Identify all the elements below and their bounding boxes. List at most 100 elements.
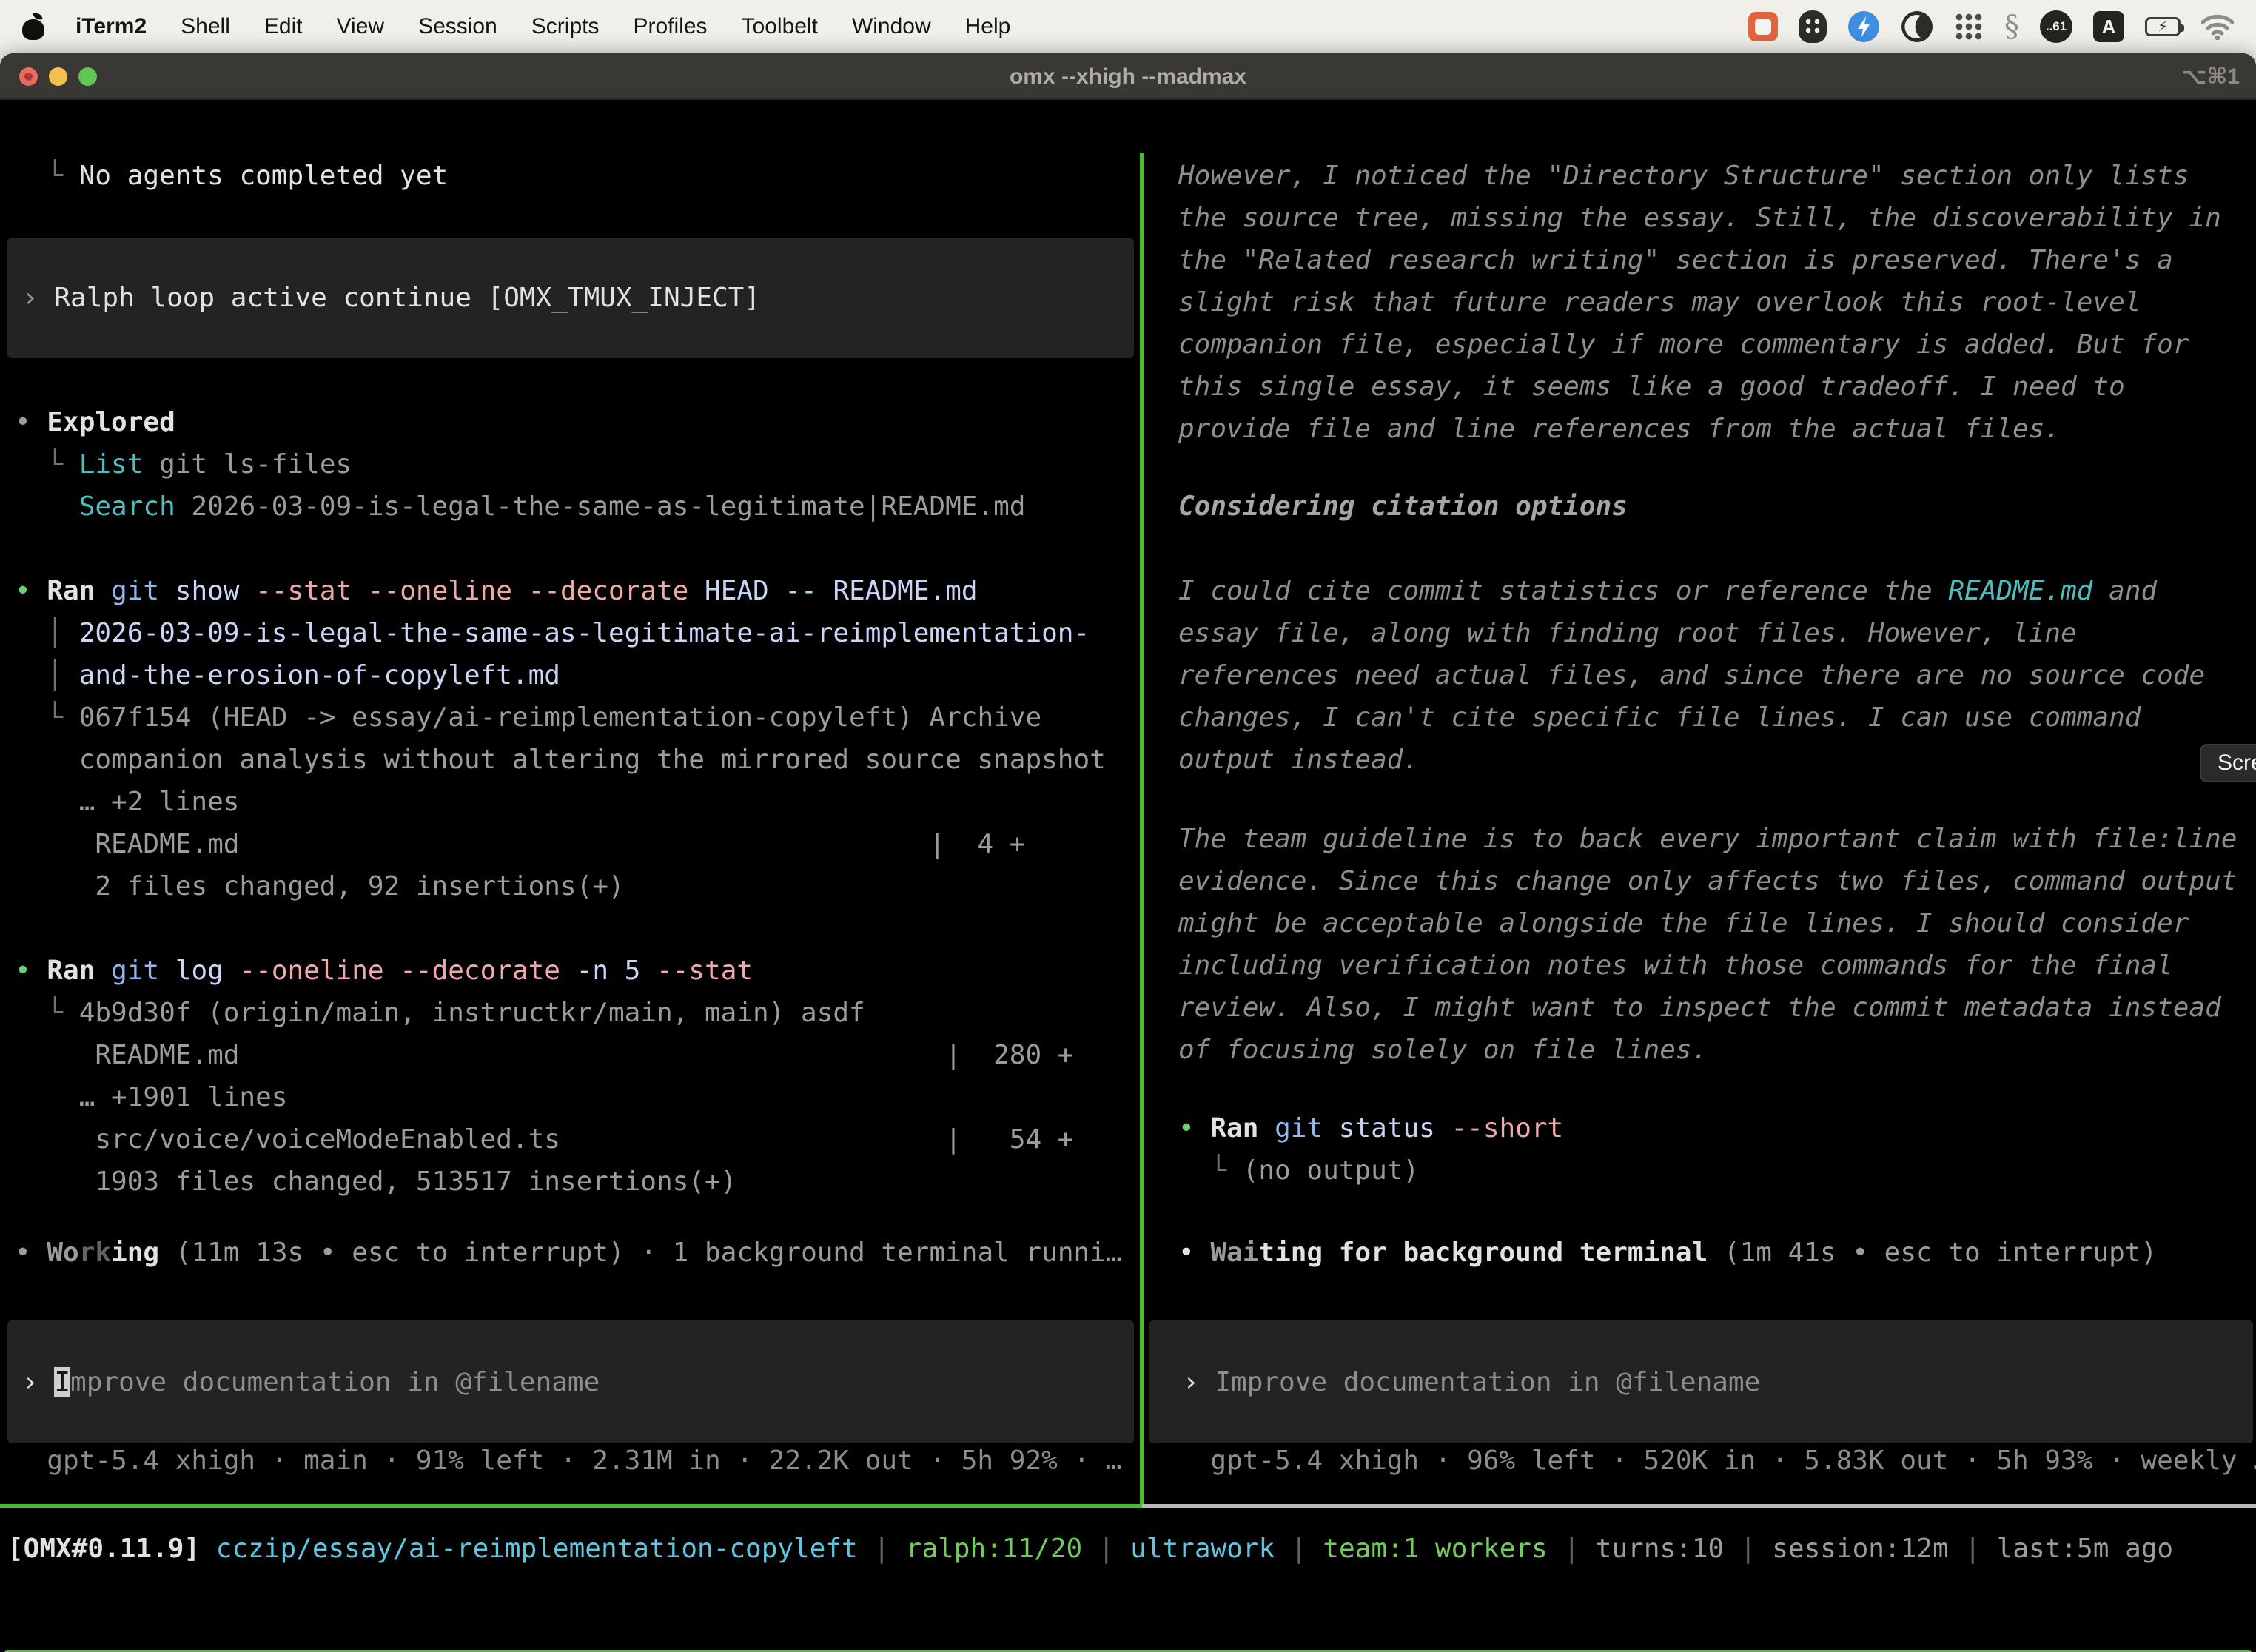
terminal-text-segment: team:1 workers [1323,1534,1547,1564]
messages-app-icon[interactable] [1748,12,1778,41]
terminal-text-segment: output instead. [1178,745,1419,775]
terminal-text-segment: 1903 files changed, 513517 insertions(+) [15,1166,736,1197]
menu-item[interactable]: Session [418,14,497,39]
terminal-text-segment: including verification notes with those … [1178,950,2173,981]
terminal-text-segment: git ls-files [143,449,352,480]
terminal-text-segment [15,491,79,522]
wifi-icon-svg [2201,13,2234,40]
wifi-icon[interactable] [2201,13,2234,40]
zoom-button[interactable] [78,67,97,86]
terminal-line: › Ralph loop active continue [OMX_TMUX_I… [22,277,1134,319]
terminal-line: [OMX#0.11.9] cczip/essay/ai-reimplementa… [7,1528,2256,1570]
terminal-line: • Explored [15,401,1140,443]
terminal-text-segment: 2 files changed, 92 insertions(+) [15,871,625,901]
left-agent-log: • Explored └ List git ls-files Search 20… [0,401,1140,1203]
left-agent-summary: └ No agents completed yet [0,155,1140,197]
terminal-line: companion file, especially if more comme… [1178,323,2256,366]
terminal-text-segment: turns:10 [1596,1534,1724,1564]
moon-app-icon[interactable] [1901,10,1933,43]
battery-charging-icon[interactable]: ⚡ [2145,17,2181,36]
left-terminal-pane[interactable]: └ No agents completed yet › Ralph loop a… [0,153,1140,1504]
menu-item[interactable]: Scripts [531,14,600,39]
right-terminal-pane[interactable]: However, I noticed the "Directory Struct… [1144,153,2256,1504]
hook-icon[interactable]: § [2004,10,2019,44]
terminal-text-segment: I could cite commit statistics or refere… [1178,576,1948,606]
menu-item[interactable]: Shell [181,14,230,39]
terminal-text-segment: 4b9d30f (origin/main, instructkr/main, m… [79,998,865,1028]
terminal-line: this single essay, it seems like a good … [1178,366,2256,408]
terminal-text-segment: cczip/essay/ai-reimplementation-copyleft [216,1534,858,1564]
screen-tooltip-label: Scre [2218,751,2256,776]
window-titlebar[interactable]: omx --xhigh --madmax ⌥⌘1 [0,53,2256,100]
bolt-icon-svg [1847,10,1880,43]
menu-item[interactable]: Window [852,14,931,39]
terminal-line: of focusing solely on file lines. [1178,1029,2256,1071]
terminal-text-segment: Ralph loop active continue [OMX_TMUX_INJ… [54,283,760,313]
terminal-text-segment: I [54,1367,70,1397]
shield-app-icon[interactable] [1799,10,1827,43]
terminal-line: … +1901 lines [15,1076,1140,1118]
terminal-text-segment: the "Related research writing" section i… [1178,245,2173,275]
terminal-line: output instead. [1178,739,2256,781]
menu-item[interactable]: Toolbelt [742,14,818,39]
menu-item[interactable]: Help [965,14,1011,39]
terminal-line: including verification notes with those … [1178,944,2256,987]
terminal-line: companion analysis without altering the … [15,739,1140,781]
terminal-line: └ No agents completed yet [15,155,1140,197]
terminal-text-segment: However, I noticed the "Directory Struct… [1178,161,2189,191]
terminal-line: └ (no output) [1178,1149,2256,1192]
keyboard-layout-icon[interactable]: A [2093,11,2124,42]
screen: iTerm2 Shell Edit View Session Scripts Profile… [0,0,2256,1652]
terminal-text-segment: -n 5 [577,956,657,986]
terminal-text-segment: | [1724,1534,1772,1564]
right-reasoning-para-1: However, I noticed the "Directory Struct… [1144,155,2256,450]
right-prompt-input[interactable]: › Improve documentation in @filename [1149,1320,2253,1443]
terminal-text-segment: Explored [47,407,175,437]
terminal-text-segment: | [1548,1534,1596,1564]
terminal-text-segment: references need actual files, and since … [1178,660,2205,691]
minimize-button[interactable] [49,67,67,86]
terminal-text-segment: changes, I can't cite specific file line… [1178,702,2141,733]
terminal-line: I could cite commit statistics or refere… [1178,570,2256,612]
terminal-text-segment: this single essay, it seems like a good … [1178,372,2125,402]
terminal-text-segment: • [15,407,47,437]
terminal-line: › Improve documentation in @filename [1183,1361,2253,1403]
terminal-line: gpt-5.4 xhigh · 96% left · 520K in · 5.8… [1178,1440,2256,1482]
terminal-text-segment: No agents completed yet [79,161,449,191]
omx-statusline: [OMX#0.11.9] cczip/essay/ai-reimplementa… [0,1528,2256,1570]
terminal-text-segment: git [111,576,175,606]
terminal-text-segment: gpt-5.4 xhigh · main · 91% left · 2.31M … [15,1446,1122,1476]
battery-percent-widget-icon[interactable]: ..61 [2040,10,2072,43]
menu-item[interactable]: iTerm2 [75,14,147,39]
apple-menu-icon[interactable] [22,13,44,41]
terminal-text-segment: • [15,576,47,606]
terminal-text-segment: and-the-erosion-of-copyleft.md [79,660,560,691]
terminal-line: 1903 files changed, 513517 insertions(+) [15,1161,1140,1203]
terminal-text-segment: (no output) [1243,1155,1419,1186]
menu-item[interactable]: View [337,14,384,39]
dots-grid-icon[interactable] [1954,12,1984,41]
terminal-text-segment: companion analysis without altering the … [15,745,1106,775]
terminal-text-segment: │ [15,618,79,648]
terminal-line: references need actual files, and since … [1178,654,2256,696]
terminal-text-segment: gpt-5.4 xhigh · 96% left · 520K in · 5.8… [1178,1446,2256,1476]
bolt-app-icon[interactable] [1847,10,1880,43]
terminal-text-segment: … +1901 lines [15,1082,287,1112]
terminal-line: │ and-the-erosion-of-copyleft.md [15,654,1140,696]
menu-item[interactable]: Profiles [633,14,707,39]
terminal-text-segment: Search [79,491,175,522]
terminal-line: evidence. Since this change only affects… [1178,860,2256,902]
terminal-line: • Ran git log --oneline --decorate -n 5 … [15,950,1140,992]
menu-item[interactable]: Edit [264,14,303,39]
terminal-text-segment: session:12m [1772,1534,1948,1564]
terminal-text-segment: -- [785,576,833,606]
menubar-status-icons: § ..61 A ⚡ [1748,10,2234,44]
terminal-text-segment: log [175,956,240,986]
left-prompt-input[interactable]: › Improve documentation in @filename [7,1320,1134,1443]
terminal-text-segment [1258,1113,1275,1144]
menu-items: iTerm2 Shell Edit View Session Scripts Profile… [75,14,1010,39]
close-button[interactable] [19,67,38,86]
terminal-text-segment: └ [1178,1155,1243,1186]
terminal-line: essay file, along with finding root file… [1178,612,2256,654]
right-reasoning-para-3: The team guideline is to back every impo… [1144,818,2256,1071]
